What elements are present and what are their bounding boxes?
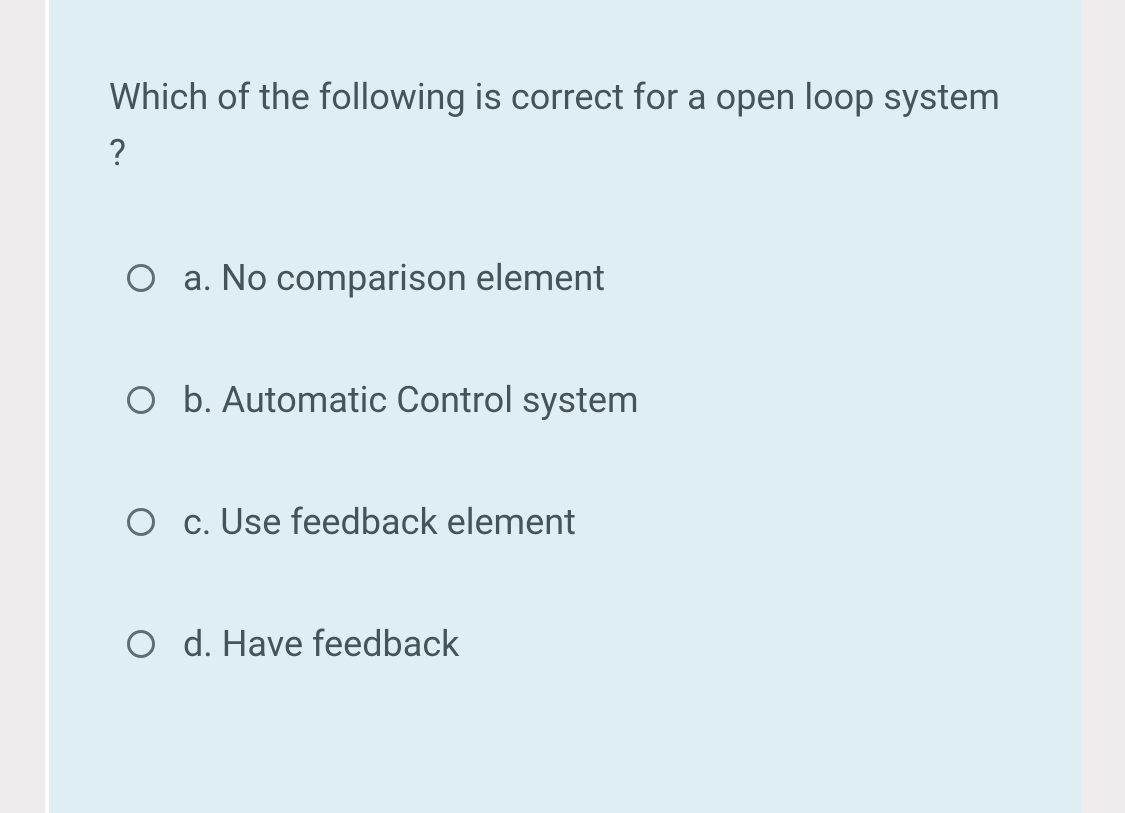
option-letter-b: b.	[183, 379, 213, 421]
option-text-b: Automatic Control system	[222, 379, 639, 421]
radio-button-a[interactable]	[127, 264, 155, 292]
option-text-a: No comparison element	[221, 257, 605, 299]
option-text-c: Use feedback element	[220, 501, 576, 543]
option-row-a[interactable]: a. No comparison element	[127, 257, 1021, 299]
option-letter-a: a.	[183, 257, 212, 299]
option-row-d[interactable]: d. Have feedback	[127, 623, 1021, 665]
option-row-c[interactable]: c. Use feedback element	[127, 501, 1021, 543]
quiz-card: Which of the following is correct for a …	[45, 0, 1081, 813]
option-label-b[interactable]: b. Automatic Control system	[183, 379, 639, 421]
option-label-a[interactable]: a. No comparison element	[183, 257, 605, 299]
question-text: Which of the following is correct for a …	[109, 70, 1021, 182]
option-text-d: Have feedback	[222, 623, 460, 665]
radio-button-b[interactable]	[127, 386, 155, 414]
radio-button-d[interactable]	[127, 630, 155, 658]
option-label-d[interactable]: d. Have feedback	[183, 623, 459, 665]
option-letter-d: d.	[183, 623, 213, 665]
option-letter-c: c.	[183, 501, 211, 543]
radio-button-c[interactable]	[127, 508, 155, 536]
option-row-b[interactable]: b. Automatic Control system	[127, 379, 1021, 421]
option-label-c[interactable]: c. Use feedback element	[183, 501, 576, 543]
options-container: a. No comparison element b. Automatic Co…	[109, 257, 1021, 665]
